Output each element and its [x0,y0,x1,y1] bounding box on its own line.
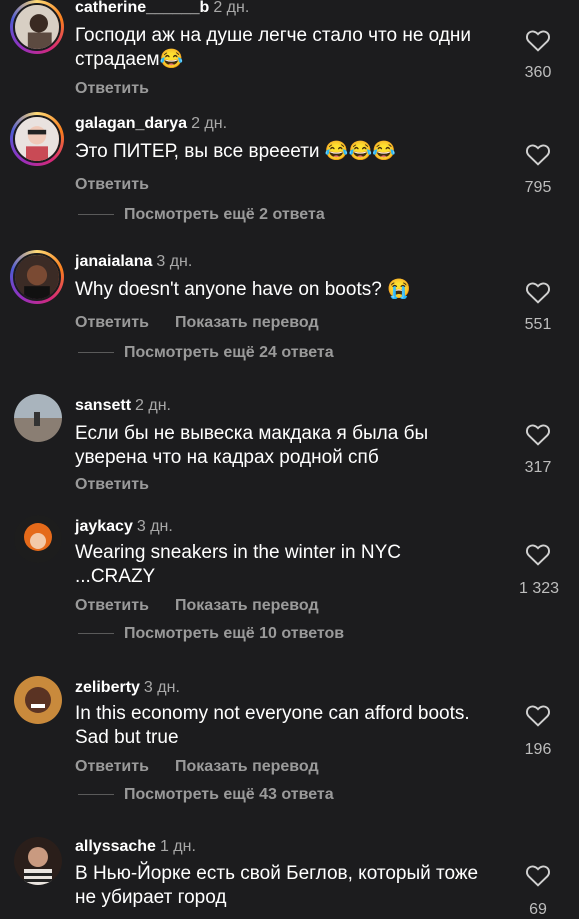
avatar[interactable] [14,394,62,442]
reply-button[interactable]: Ответить [75,176,149,193]
translate-button[interactable]: Показать перевод [175,314,319,331]
like-button[interactable] [521,142,555,166]
comment-actions: Ответить [75,476,175,494]
username[interactable]: zeliberty [75,679,140,696]
username[interactable]: jaykacy [75,518,133,535]
view-replies-label[interactable]: Посмотреть ещё 43 ответа [124,786,334,803]
view-replies[interactable]: Посмотреть ещё 24 ответа [78,344,334,362]
comment-text: Wearing sneakers in the winter in NYC ..… [75,542,401,587]
like-button[interactable] [521,703,555,727]
comment-meta: zeliberty 3 дн. [75,678,180,698]
like-count: 1 323 [518,580,560,597]
comment-text: In this economy not everyone can afford … [75,703,470,748]
comment-meta: sansett 2 дн. [75,396,171,416]
view-replies[interactable]: Посмотреть ещё 2 ответа [78,206,325,224]
comment-actions: Ответить [75,176,175,194]
comment-text: Если бы не вывеска макдака я была бы уве… [75,423,429,468]
reply-divider [78,214,114,216]
avatar[interactable] [10,250,64,304]
like-count: 551 [524,316,552,333]
timestamp: 2 дн. [135,397,171,414]
comment-meta: jaykacy 3 дн. [75,517,173,537]
comment: galagan_darya 2 дн. Это ПИТЕР, вы все вре… [0,110,579,230]
comment: allyssache 1 дн. В Нью-Йорке есть свой Бе… [0,835,579,918]
heart-icon [526,544,550,566]
like-button[interactable] [521,863,555,887]
reply-divider [78,633,114,635]
avatar[interactable] [14,676,62,724]
username[interactable]: allyssache [75,838,156,855]
like-button[interactable] [521,542,555,566]
like-count: 360 [524,64,552,81]
translate-button[interactable]: Показать перевод [175,758,319,775]
like-button[interactable] [521,28,555,52]
view-replies-label[interactable]: Посмотреть ещё 24 ответа [124,344,334,361]
timestamp: 2 дн. [213,0,250,16]
reply-divider [78,352,114,354]
comment: jaykacy 3 дн. Wearing sneakers in the win… [0,513,579,653]
username[interactable]: sansett [75,397,131,414]
reply-divider [78,794,114,796]
comment-meta: allyssache 1 дн. [75,837,196,857]
comment-actions: Ответить Показать перевод [75,758,345,776]
timestamp: 2 дн. [191,115,228,132]
avatar[interactable] [14,515,62,563]
heart-icon [526,865,550,887]
comment: sansett 2 дн. Если бы не вывеска макдака … [0,392,579,502]
username[interactable]: galagan_darya [75,115,187,132]
reply-button[interactable]: Ответить [75,314,149,331]
like-count: 69 [529,901,547,918]
view-replies[interactable]: Посмотреть ещё 43 ответа [78,786,334,804]
reply-button[interactable]: Ответить [75,80,149,97]
like-count: 795 [524,179,552,196]
avatar[interactable] [14,837,62,885]
timestamp: 1 дн. [159,838,196,855]
avatar[interactable] [10,112,64,166]
like-button[interactable] [521,280,555,304]
comment: janaialana 3 дн. Why doesn't anyone have … [0,248,579,378]
reply-button[interactable]: Ответить [75,758,149,775]
comment-text: В Нью-Йорке есть свой Беглов, который то… [75,863,479,908]
heart-icon [526,424,550,446]
comment-text: Это ПИТЕР, вы все врееети 😂😂😂 [75,141,396,162]
comment-actions: Ответить [75,80,175,98]
view-replies-label[interactable]: Посмотреть ещё 2 ответа [124,206,325,223]
reply-button[interactable]: Ответить [75,476,149,493]
timestamp: 3 дн. [136,518,173,535]
timestamp: 3 дн. [143,679,180,696]
view-replies[interactable]: Посмотреть ещё 10 ответов [78,625,344,643]
comment-meta: galagan_darya 2 дн. [75,114,227,134]
like-button[interactable] [521,422,555,446]
reply-button[interactable]: Ответить [75,597,149,614]
like-count: 196 [524,741,552,758]
comment-text: Why doesn't anyone have on boots? 😭 [75,279,411,300]
comment-text: Господи аж на душе легче стало что не од… [75,25,472,70]
comment-actions: Ответить Показать перевод [75,314,345,332]
translate-button[interactable]: Показать перевод [175,597,319,614]
username[interactable]: catherine______b [75,0,209,16]
heart-icon [526,144,550,166]
heart-icon [526,30,550,52]
comment-actions: Ответить Показать перевод [75,597,345,615]
avatar[interactable] [10,0,64,54]
heart-icon [526,282,550,304]
comment-meta: catherine______b 2 дн. [75,0,249,18]
timestamp: 3 дн. [156,253,193,270]
comment-meta: janaialana 3 дн. [75,252,192,272]
like-count: 317 [524,459,552,476]
comment: catherine______b 2 дн. Господи аж на душе… [0,0,579,104]
username[interactable]: janaialana [75,253,152,270]
view-replies-label[interactable]: Посмотреть ещё 10 ответов [124,625,344,642]
heart-icon [526,705,550,727]
comment: zeliberty 3 дн. In this economy not every… [0,674,579,814]
